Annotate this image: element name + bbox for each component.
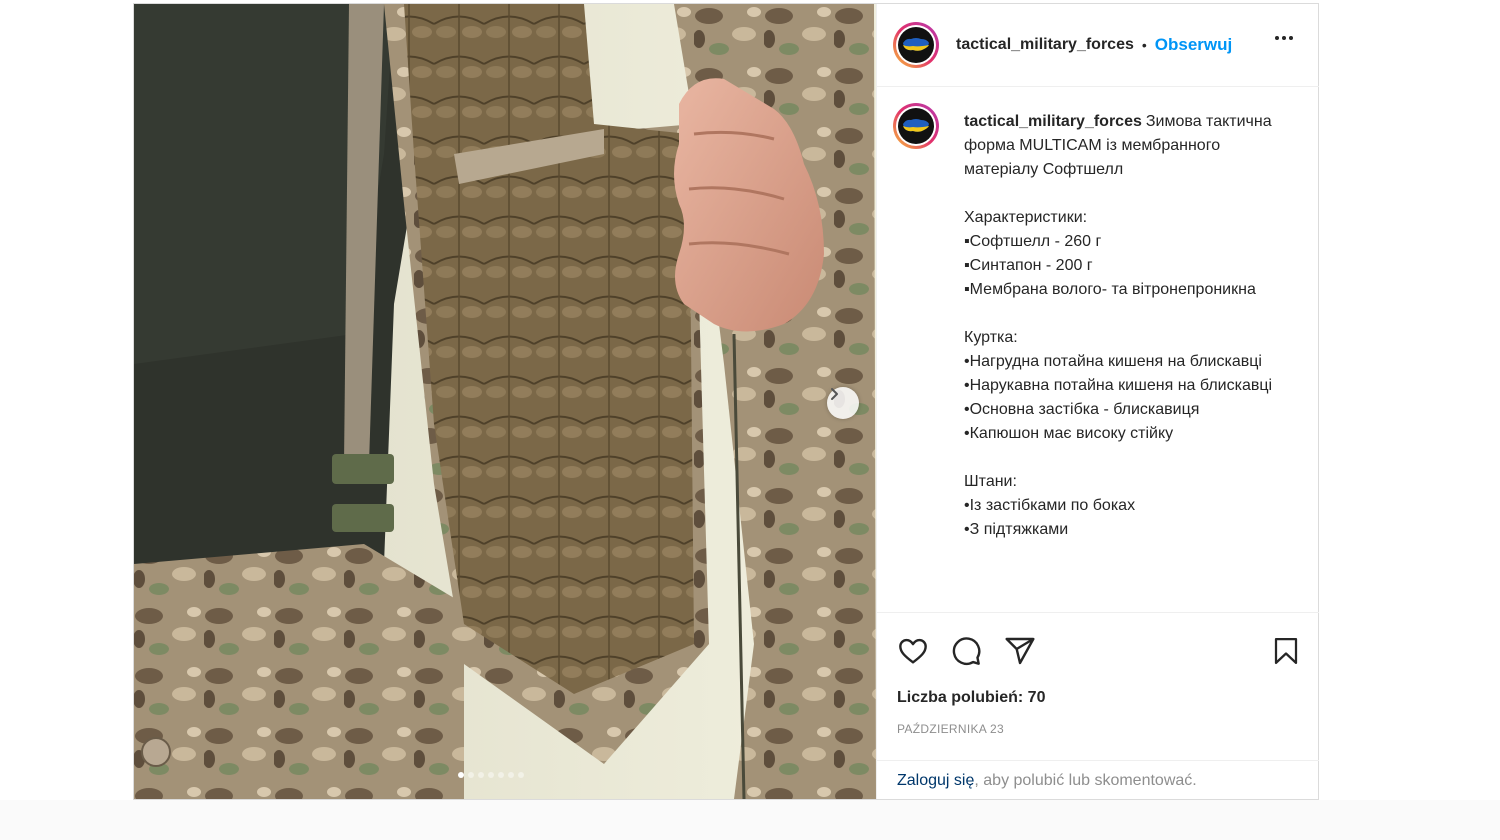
separator: • <box>1141 37 1147 53</box>
post-photo[interactable] <box>134 4 876 799</box>
comment-icon[interactable] <box>950 635 982 667</box>
post-caption: tactical_military_forces Зимова тактична … <box>964 110 1284 542</box>
caption-avatar[interactable] <box>893 103 939 149</box>
caption-area: tactical_military_forces Зимова тактична … <box>877 87 1319 611</box>
post-card: tactical_military_forces • Obserwuj tact… <box>133 3 1319 800</box>
more-options-button[interactable] <box>1275 36 1293 40</box>
likes-count[interactable]: Liczba polubień: 70 <box>897 689 1045 707</box>
carousel-dot <box>498 772 504 778</box>
bookmark-icon[interactable] <box>1271 635 1301 667</box>
carousel-dot <box>488 772 494 778</box>
post-header: tactical_military_forces • Obserwuj <box>877 4 1319 87</box>
caption-username[interactable]: tactical_military_forces <box>964 113 1142 130</box>
carousel-dot <box>478 772 484 778</box>
follow-button[interactable]: Obserwuj <box>1155 35 1232 55</box>
post-side-panel: tactical_military_forces • Obserwuj tact… <box>876 4 1319 799</box>
ukraine-map-logo-icon <box>903 119 929 132</box>
ukraine-map-logo-icon <box>903 38 929 51</box>
header-username[interactable]: tactical_military_forces <box>956 36 1134 54</box>
carousel-dot <box>518 772 524 778</box>
next-slide-button[interactable] <box>827 387 859 419</box>
carousel-dot <box>468 772 474 778</box>
caption-text: Зимова тактична форма MULTICAM із мембра… <box>964 113 1273 538</box>
post-actions: Liczba polubień: 70 PAŹDZIERNIKA 23 <box>877 612 1319 761</box>
post-date[interactable]: PAŹDZIERNIKA 23 <box>897 722 1004 736</box>
login-prompt: Zaloguj się, aby polubić lub skomentować… <box>877 760 1319 800</box>
jacket-photo <box>134 4 876 799</box>
more-icon <box>1275 36 1279 40</box>
login-link[interactable]: Zaloguj się <box>897 772 974 789</box>
carousel-indicator <box>458 772 524 778</box>
avatar[interactable] <box>893 22 939 68</box>
login-prompt-text: , aby polubić lub skomentować. <box>974 772 1197 789</box>
chevron-right-icon <box>831 388 838 400</box>
page-background <box>0 800 1500 840</box>
heart-icon[interactable] <box>897 635 929 667</box>
share-icon[interactable] <box>1004 635 1036 667</box>
carousel-dot <box>458 772 464 778</box>
carousel-dot <box>508 772 514 778</box>
